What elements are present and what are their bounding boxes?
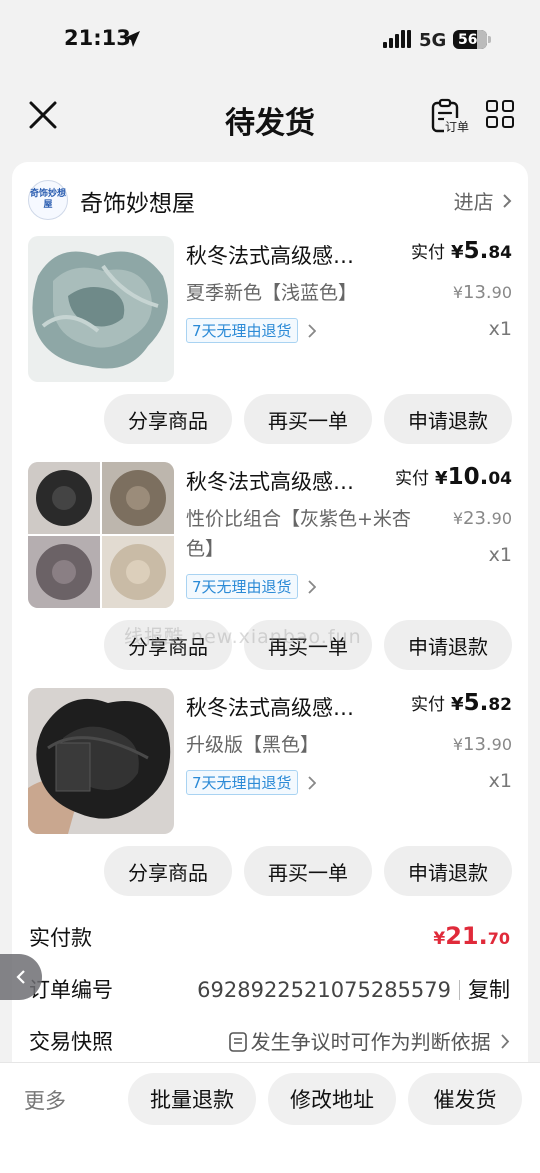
copy-button[interactable]: 复制 [468, 978, 510, 1002]
enter-shop-link[interactable]: 进店 [454, 186, 512, 215]
paid-price: 实付 ¥10.04 [395, 464, 512, 490]
signal-icon [383, 30, 411, 48]
product-item[interactable]: 秋冬法式高级感… 实付 ¥5.84 夏季新色【浅蓝色】 ¥13.90 7天无理由退… [12, 236, 528, 448]
return-policy-tag: 7天无理由退货 [186, 574, 298, 599]
order-icon-label: 订单 [444, 118, 471, 135]
total-row: 实付款 ¥21.70 [29, 922, 510, 956]
product-image[interactable] [28, 462, 174, 608]
product-variant: 夏季新色【浅蓝色】 [186, 282, 358, 304]
trade-snapshot-label: 交易快照 [29, 1030, 113, 1054]
watermark: 线报酷 new.xianbao.fun [124, 626, 362, 648]
buy-again-button[interactable]: 再买一单 [244, 846, 372, 896]
product-image[interactable] [28, 236, 174, 382]
nav-bar: 待发货 订单 [0, 88, 540, 148]
chevron-right-icon [307, 323, 316, 338]
product-variant: 升级版【黑色】 [186, 734, 320, 756]
original-price: ¥23.90 [452, 508, 512, 529]
enter-shop-label: 进店 [453, 190, 494, 214]
chevron-right-icon [503, 194, 512, 208]
order-number-row: 订单编号 6928922521075285579 复制 [29, 974, 510, 1008]
original-price: ¥13.90 [452, 282, 512, 303]
product-title[interactable]: 秋冬法式高级感… [186, 240, 376, 270]
trade-snapshot-text: 发生争议时可作为判断依据 [250, 1030, 491, 1054]
request-refund-button[interactable]: 申请退款 [384, 846, 512, 896]
network-type: 5G [419, 30, 447, 51]
urge-shipment-button[interactable]: 催发货 [408, 1073, 522, 1125]
battery-level: 56 [458, 31, 478, 48]
product-actions: 分享商品 再买一单 申请退款 [104, 394, 512, 444]
shop-logo[interactable]: 奇饰妙想屋 [28, 180, 68, 220]
product-image[interactable] [28, 688, 174, 834]
chevron-left-icon [16, 970, 25, 984]
battery-icon: 56 [453, 30, 487, 49]
return-policy[interactable]: 7天无理由退货 [186, 770, 316, 795]
product-quantity: x1 [488, 770, 512, 792]
chevron-right-icon [307, 775, 316, 790]
product-title[interactable]: 秋冬法式高级感… [186, 466, 362, 496]
product-quantity: x1 [488, 544, 512, 566]
return-policy[interactable]: 7天无理由退货 [186, 574, 316, 599]
share-product-button[interactable]: 分享商品 [104, 394, 232, 444]
shop-header: 奇饰妙想屋 奇饰妙想屋 进店 [28, 180, 512, 222]
buy-again-button[interactable]: 再买一单 [244, 394, 372, 444]
total-label: 实付款 [29, 926, 92, 950]
product-title[interactable]: 秋冬法式高级感… [186, 692, 376, 722]
status-bar: 21:13 5G 56 [0, 0, 540, 80]
bottom-action-bar: 更多 批量退款 修改地址 催发货 [0, 1062, 540, 1173]
product-quantity: x1 [488, 318, 512, 340]
request-refund-button[interactable]: 申请退款 [384, 394, 512, 444]
return-policy[interactable]: 7天无理由退货 [186, 318, 316, 343]
paid-price: 实付 ¥5.82 [411, 690, 512, 716]
total-amount: ¥21.70 [433, 922, 510, 950]
paid-price: 实付 ¥5.84 [411, 238, 512, 264]
order-number-label: 订单编号 [29, 978, 113, 1002]
product-variant: 性价比组合【灰紫色+米杏色】 [186, 508, 411, 560]
document-icon [228, 1032, 247, 1052]
request-refund-button[interactable]: 申请退款 [384, 620, 512, 670]
grid-menu-icon[interactable] [486, 100, 514, 128]
product-item[interactable]: 秋冬法式高级感… 实付 ¥5.82 升级版【黑色】 ¥13.90 7天无理由退货 … [12, 688, 528, 900]
chevron-right-icon [307, 579, 316, 594]
return-policy-tag: 7天无理由退货 [186, 318, 298, 343]
more-button[interactable]: 更多 [24, 1085, 66, 1115]
order-number: 6928922521075285579 [197, 978, 451, 1002]
product-actions: 分享商品 再买一单 申请退款 [104, 846, 512, 896]
original-price: ¥13.90 [452, 734, 512, 755]
shop-name[interactable]: 奇饰妙想屋 [80, 184, 195, 218]
status-time: 21:13 [64, 26, 131, 50]
return-policy-tag: 7天无理由退货 [186, 770, 298, 795]
location-arrow-icon [124, 31, 140, 47]
modify-address-button[interactable]: 修改地址 [268, 1073, 396, 1125]
trade-snapshot-row[interactable]: 交易快照 发生争议时可作为判断依据 [29, 1026, 510, 1060]
order-icon[interactable]: 订单 [430, 98, 472, 138]
share-product-button[interactable]: 分享商品 [104, 846, 232, 896]
chevron-right-icon [501, 1034, 510, 1049]
batch-refund-button[interactable]: 批量退款 [128, 1073, 256, 1125]
